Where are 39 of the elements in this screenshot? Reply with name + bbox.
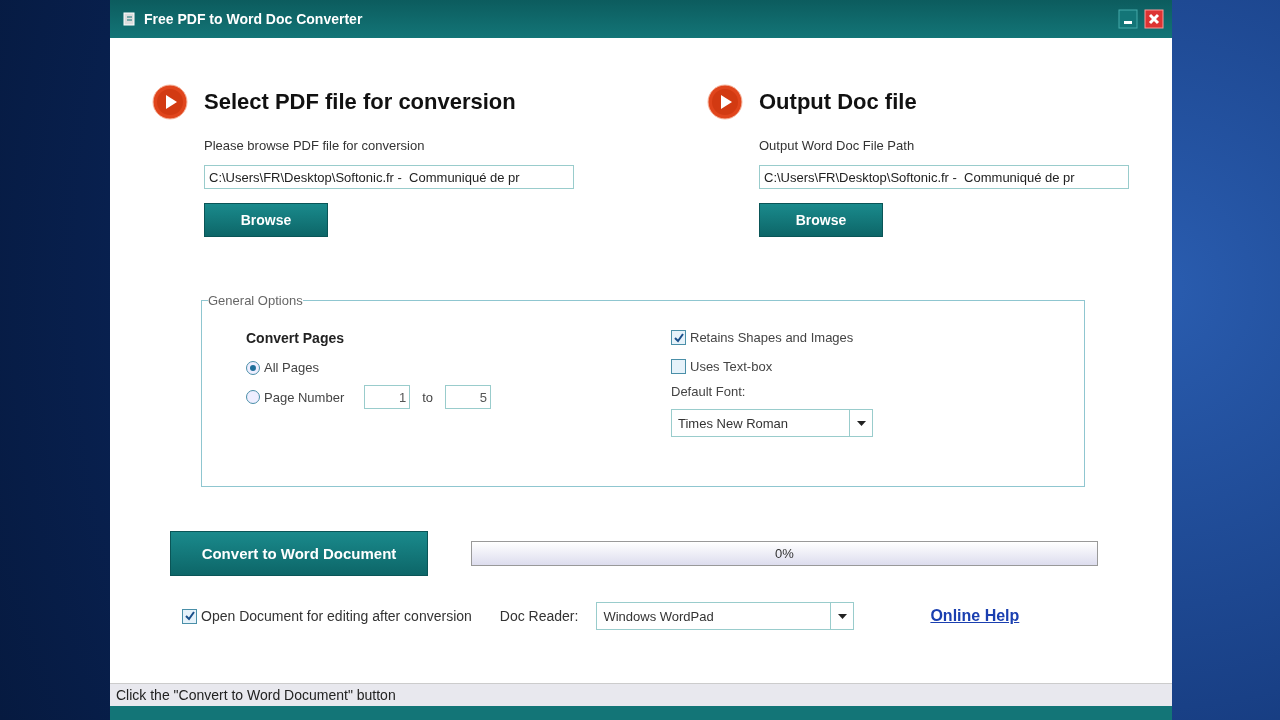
to-label: to — [422, 389, 434, 405]
page-to-field[interactable]: 5 — [445, 385, 492, 409]
path-field[interactable]: C:\Users\FR\Desktop\Softonic.fr - Communiqué de pr — [759, 165, 1129, 189]
font-dropdown[interactable]: Times New Roman — [671, 409, 873, 437]
convert-button[interactable]: Convert to Word Document — [170, 531, 428, 576]
checkbox[interactable] — [671, 330, 686, 345]
app-icon — [122, 11, 138, 27]
group-title: General Options — [208, 293, 303, 308]
minimize-icon[interactable] — [1118, 9, 1138, 29]
close-icon[interactable] — [1144, 9, 1164, 29]
progress-reading: 0% — [774, 545, 795, 563]
field-label: Output Word Doc File Path — [759, 138, 916, 153]
field-label: Doc Reader: — [499, 608, 579, 624]
window-title: Free PDF to Word Doc Converter — [144, 11, 364, 27]
dropdown-arrow-icon — [837, 613, 847, 619]
radio-label: Page Number — [264, 389, 345, 405]
section-heading: Output Doc file — [759, 89, 918, 115]
help-link[interactable]: Online Help — [930, 607, 1020, 625]
section-heading: Select PDF file for conversion — [204, 89, 517, 115]
status-bar: Click the "Convert to Word Document" button — [110, 683, 1172, 706]
dropdown-arrow-icon — [856, 420, 866, 426]
radio-button[interactable] — [246, 360, 260, 375]
checkbox[interactable] — [671, 359, 686, 374]
page-from-field[interactable]: 1 — [364, 385, 411, 409]
section-heading: Convert Pages — [246, 330, 346, 346]
radio-label: All Pages — [264, 360, 319, 375]
browse-button[interactable]: Browse — [204, 203, 328, 237]
field-label: Default Font: — [671, 384, 747, 399]
path-field[interactable]: C:\Users\FR\Desktop\Softonic.fr - Communiqué de pr — [204, 165, 574, 189]
checkbox-label: Uses Text-box — [690, 359, 773, 374]
checkbox[interactable] — [182, 608, 197, 624]
reader-dropdown[interactable]: Windows WordPad — [596, 602, 855, 630]
browse-button[interactable]: Browse — [759, 203, 883, 237]
radio-button[interactable] — [246, 390, 260, 404]
arrow-circle-icon — [152, 84, 188, 120]
field-label: Please browse PDF file for conversion — [204, 138, 426, 153]
checkbox-label: Retains Shapes and Images — [690, 330, 854, 345]
arrow-circle-icon — [707, 84, 743, 120]
checkbox-label: Open Document for editing after conversion — [201, 608, 472, 624]
